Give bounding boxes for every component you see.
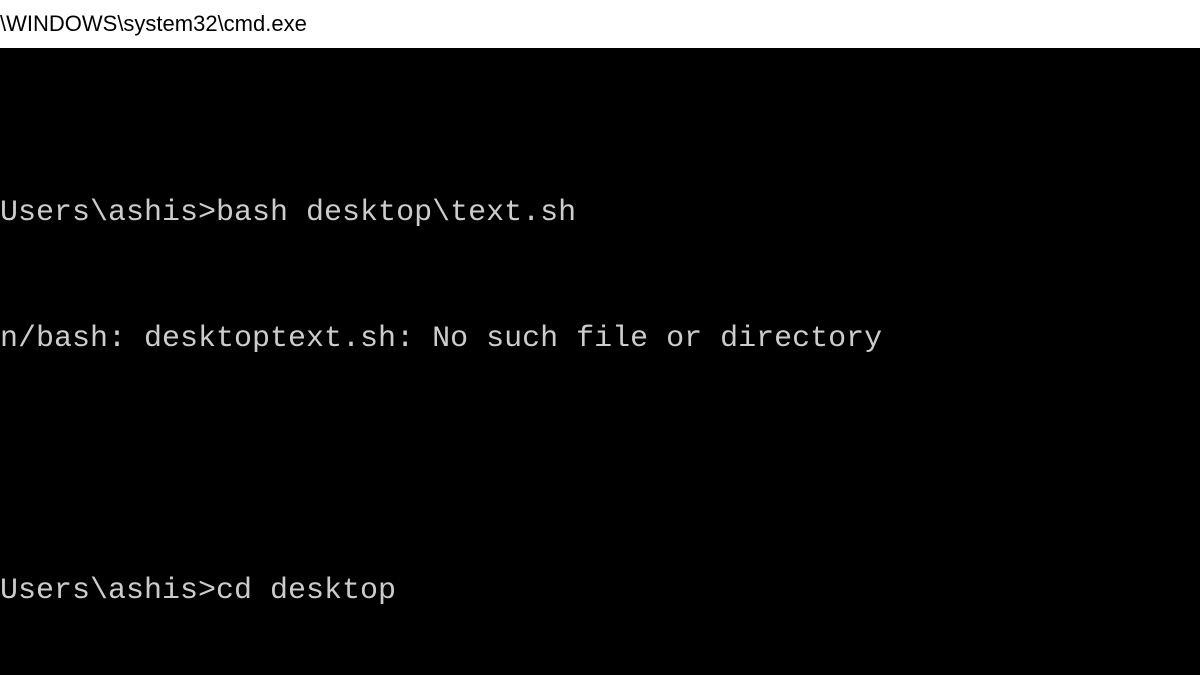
terminal-viewport[interactable]: Users\ashis>bash desktop\text.sh n/bash:… (0, 48, 1200, 675)
terminal-line: n/bash: desktoptext.sh: No such file or … (0, 318, 1200, 360)
window-titlebar: \WINDOWS\system32\cmd.exe (0, 0, 1200, 48)
terminal-line: Users\ashis>cd desktop (0, 570, 1200, 612)
terminal-line: Users\ashis>bash desktop\text.sh (0, 192, 1200, 234)
terminal-blank-line (0, 444, 1200, 486)
window-title: \WINDOWS\system32\cmd.exe (0, 11, 307, 37)
